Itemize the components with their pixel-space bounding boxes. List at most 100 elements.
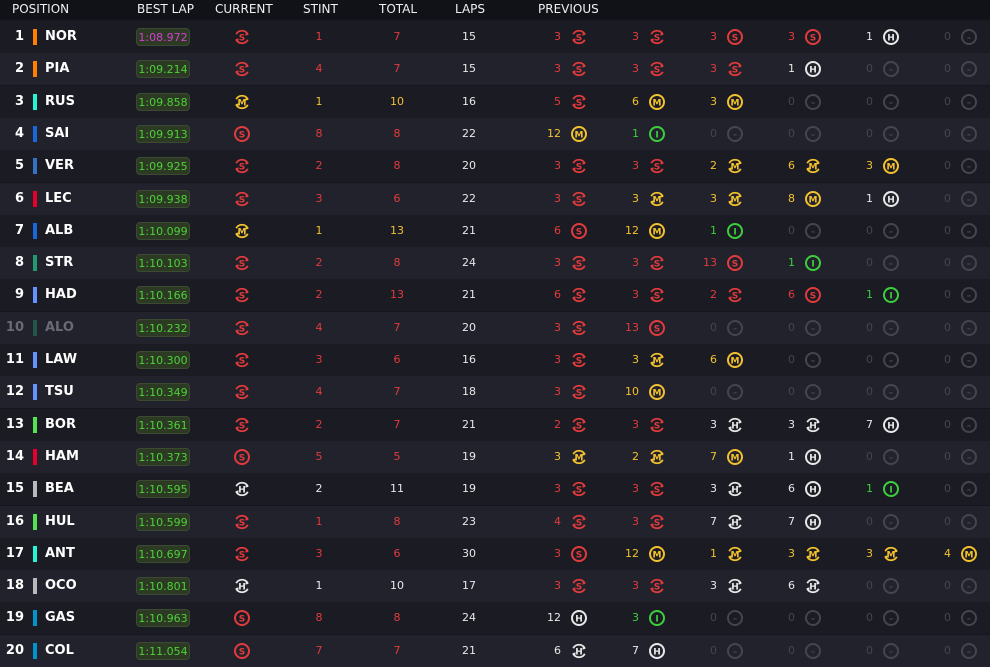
soft-tyre-icon: S (569, 576, 589, 596)
table-row[interactable]: 8 STR 1:10.103 S 2 8 24 3 S 3 S 13 S 1 I 0 – 0 – (0, 247, 990, 280)
team-color-bar (33, 222, 37, 239)
previous-stint-laps: 3 (710, 482, 717, 496)
table-row[interactable]: 1 NOR 1:08.972 S 1 7 15 3 S 3 S 3 S 3 S 1 H 0 – (0, 21, 990, 53)
empty-tyre-icon: – (725, 608, 745, 628)
table-row[interactable]: 12 TSU 1:10.349 S 4 7 18 3 S 10 M 0 – 0 – 0 – 0 – (0, 376, 990, 409)
svg-text:S: S (239, 647, 245, 657)
best-lap-time: 1:11.054 (136, 641, 190, 660)
table-row[interactable]: 7 ALB 1:10.099 M 1 13 21 6 S 12 M 1 I 0 – 0 – 0 – (0, 214, 990, 247)
table-row[interactable]: 16 HUL 1:10.599 S 1 8 23 4 S 3 S 7 H 7 H 0 – 0 – (0, 505, 990, 538)
svg-text:M: M (653, 356, 662, 366)
previous-stint-laps: 0 (710, 385, 717, 399)
svg-text:–: – (811, 130, 816, 140)
header-current[interactable]: CURRENT (215, 2, 273, 16)
soft-tyre-icon: S (569, 221, 589, 241)
table-row[interactable]: 15 BEA 1:10.595 H 2 11 19 3 S 3 S 3 H 6 H 1 I 0 – (0, 473, 990, 506)
soft-tyre-icon: S (647, 415, 667, 435)
svg-text:S: S (654, 421, 660, 431)
team-color-bar (33, 513, 37, 530)
header-stint[interactable]: STINT (303, 2, 338, 16)
medium-tyre-icon: M (725, 350, 745, 370)
table-row[interactable]: 17 ANT 1:10.697 S 3 6 30 3 S 12 M 1 M 3 M 3 M 4 M (0, 537, 990, 570)
previous-stint-laps: 3 (554, 449, 561, 463)
total-laps: 7 (393, 320, 401, 334)
table-row[interactable]: 4 SAI 1:09.913 S 8 8 22 12 M 1 I 0 – 0 – 0 – 0 – (0, 117, 990, 150)
laps-count: 21 (462, 417, 476, 431)
svg-text:S: S (732, 66, 738, 76)
svg-text:M: M (575, 130, 584, 140)
soft-tyre-icon: S (647, 156, 667, 176)
previous-stint-laps: 2 (554, 417, 561, 431)
soft-tyre-icon: S (803, 27, 823, 47)
svg-text:S: S (576, 389, 582, 399)
svg-text:S: S (732, 292, 738, 302)
table-row[interactable]: 13 BOR 1:10.361 S 2 7 21 2 S 3 S 3 H 3 H 7 H 0 – (0, 408, 990, 441)
previous-stint-laps: 3 (554, 482, 561, 496)
svg-text:–: – (967, 324, 972, 334)
table-row[interactable]: 10 ALO 1:10.232 S 4 7 20 3 S 13 S 0 – 0 – 0 – 0 – (0, 311, 990, 344)
table-row[interactable]: 5 VER 1:09.925 S 2 8 20 3 S 3 S 2 M 6 M 3 M 0 – (0, 150, 990, 183)
table-row[interactable]: 14 HAM 1:10.373 S 5 5 19 3 M 2 M 7 M 1 H 0 – 0 – (0, 440, 990, 473)
svg-text:–: – (967, 227, 972, 237)
medium-tyre-icon: M (803, 189, 823, 209)
table-row[interactable]: 9 HAD 1:10.166 S 2 13 21 6 S 3 S 2 S 6 S 1 I 0 – (0, 279, 990, 312)
previous-stint-laps: 0 (944, 30, 951, 43)
best-lap-time: 1:09.938 (136, 189, 190, 208)
previous-stint-laps: 12 (625, 546, 639, 560)
position-number: 12 (5, 384, 24, 400)
soft-tyre-icon: S (725, 285, 745, 305)
previous-stint-laps: 2 (710, 288, 717, 302)
previous-stint-laps: 3 (710, 417, 717, 431)
table-row[interactable]: 3 RUS 1:09.858 M 1 10 16 5 S 6 M 3 M 0 – 0 – 0 – (0, 85, 990, 118)
total-laps: 7 (393, 385, 401, 399)
intermediate-tyre-icon: I (803, 253, 823, 273)
svg-text:M: M (653, 389, 662, 399)
soft-tyre-icon: S (569, 415, 589, 435)
laps-count: 18 (462, 385, 476, 399)
table-row[interactable]: 6 LEC 1:09.938 S 3 6 22 3 S 3 M 3 M 8 M 1 H 0 – (0, 182, 990, 215)
header-total[interactable]: TOTAL (379, 2, 417, 16)
soft-tyre-icon: S (569, 350, 589, 370)
previous-stint-laps: 7 (710, 449, 717, 463)
soft-tyre-icon: S (232, 59, 252, 79)
laps-count: 19 (462, 449, 476, 463)
team-color-bar (33, 416, 37, 433)
header-position[interactable]: POSITION (12, 2, 69, 16)
hard-tyre-icon: H (725, 415, 745, 435)
previous-stint-laps: 3 (632, 611, 639, 625)
hard-tyre-icon: H (881, 27, 901, 47)
previous-stint-laps: 3 (632, 514, 639, 528)
table-row[interactable]: 20 COL 1:11.054 S 7 7 21 6 H 7 H 0 – 0 – 0 – 0 – (0, 634, 990, 667)
soft-tyre-icon: S (232, 124, 252, 144)
svg-text:M: M (731, 550, 740, 560)
previous-stint-laps: 0 (944, 223, 951, 237)
previous-stint-laps: 2 (632, 449, 639, 463)
header-laps[interactable]: LAPS (455, 2, 485, 16)
driver-code: COL (45, 642, 74, 658)
previous-stint-laps: 6 (788, 579, 795, 593)
table-row[interactable]: 19 GAS 1:10.963 S 8 8 24 12 H 3 I 0 – 0 – 0 – 0 – (0, 602, 990, 635)
svg-text:M: M (575, 453, 584, 463)
previous-stint-laps: 0 (788, 353, 795, 366)
stint-laps: 3 (315, 353, 323, 366)
table-row[interactable]: 11 LAW 1:10.300 S 3 6 16 3 S 3 M 6 M 0 – 0 – 0 – (0, 344, 990, 376)
header-best-lap[interactable]: BEST LAP (137, 2, 194, 16)
previous-stint-laps: 7 (788, 514, 795, 528)
previous-stint-laps: 0 (944, 159, 951, 173)
svg-text:H: H (731, 582, 739, 592)
hard-tyre-icon: H (725, 576, 745, 596)
header-previous[interactable]: PREVIOUS (538, 2, 599, 16)
svg-text:–: – (811, 98, 816, 108)
empty-tyre-icon: – (881, 253, 901, 273)
best-lap-time: 1:10.963 (136, 609, 190, 628)
table-row[interactable]: 2 PIA 1:09.214 S 4 7 15 3 S 3 S 3 S 1 H 0 – 0 – (0, 53, 990, 86)
svg-text:S: S (576, 486, 582, 496)
table-row[interactable]: 18 OCO 1:10.801 H 1 10 17 3 S 3 S 3 H 6 H 0 – 0 – (0, 570, 990, 603)
medium-tyre-icon: M (803, 544, 823, 564)
svg-text:S: S (732, 33, 738, 43)
best-lap-time: 1:10.300 (136, 351, 190, 369)
position-number: 1 (14, 29, 24, 44)
laps-count: 21 (462, 223, 476, 237)
soft-tyre-icon: S (803, 285, 823, 305)
soft-tyre-icon: S (569, 253, 589, 273)
